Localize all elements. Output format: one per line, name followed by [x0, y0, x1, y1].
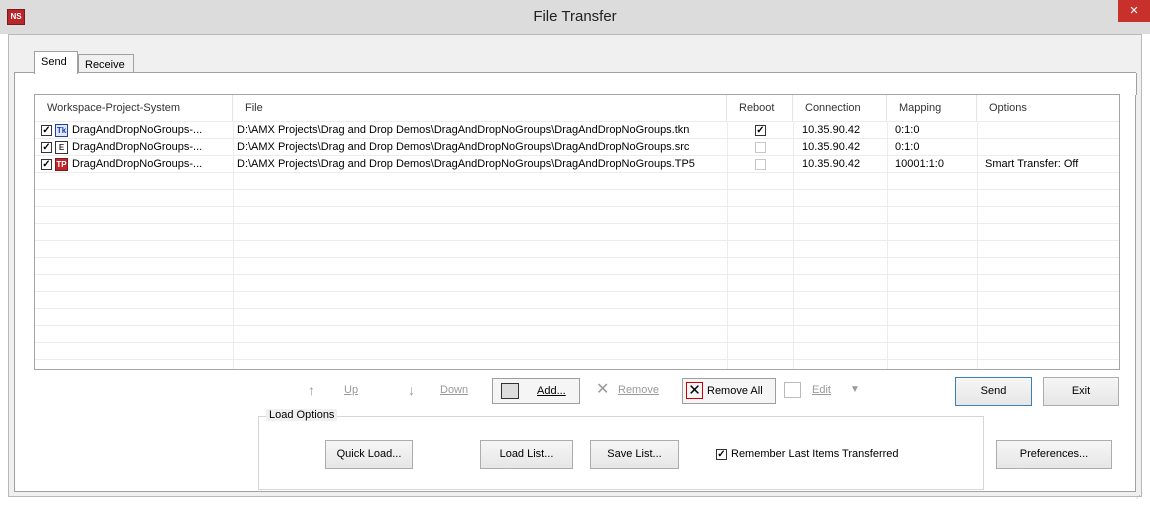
up-button[interactable]: ↑ Up	[298, 378, 392, 404]
file-cell: D:\AMX Projects\Drag and Drop Demos\Drag…	[237, 158, 695, 170]
remove-x-icon: ✕	[596, 381, 610, 398]
load-list-button[interactable]: Load List...	[480, 440, 573, 469]
transfer-list[interactable]: Workspace-Project-System File Reboot Con…	[34, 94, 1120, 370]
workspace-cell: DragAndDropNoGroups-...	[72, 141, 203, 153]
remove-all-button[interactable]: ✕ Remove All	[682, 378, 776, 404]
mapping-cell: 0:1:0	[895, 141, 920, 153]
remember-checkbox[interactable]: ✓	[716, 449, 727, 460]
remember-label: Remember Last Items Transferred	[731, 448, 899, 460]
mapping-cell: 10001:1:0	[895, 158, 944, 170]
resize-grip-icon[interactable]: ⋰	[1136, 492, 1144, 500]
workspace-cell: DragAndDropNoGroups-...	[72, 124, 203, 136]
up-label: Up	[344, 384, 359, 396]
arrow-down-icon: ↓	[408, 382, 415, 398]
options-cell	[985, 122, 1117, 139]
exit-button[interactable]: Exit	[1043, 377, 1119, 406]
save-list-button[interactable]: Save List...	[590, 440, 679, 469]
chevron-down-icon[interactable]: ▼	[850, 378, 860, 402]
tp5-file-icon: TP	[55, 158, 68, 171]
close-button[interactable]: ×	[1118, 0, 1150, 22]
source-file-icon: E	[55, 141, 68, 154]
add-file-icon	[501, 383, 519, 399]
row-checkbox[interactable]: ✓	[41, 125, 52, 136]
reboot-checkbox[interactable]	[755, 159, 766, 170]
column-header-reboot[interactable]: Reboot	[727, 95, 793, 121]
options-cell: Smart Transfer: Off	[985, 158, 1079, 170]
add-label: Add...	[537, 385, 566, 397]
tab-receive[interactable]: Receive	[78, 54, 134, 74]
edit-label: Edit	[812, 384, 831, 396]
row-checkbox[interactable]: ✓	[41, 159, 52, 170]
remove-all-label: Remove All	[707, 385, 763, 397]
reboot-checkbox[interactable]: ✓	[755, 125, 766, 136]
tab-panel-top	[34, 73, 1137, 95]
column-header-mapping[interactable]: Mapping	[887, 95, 977, 121]
connection-cell: 10.35.90.42	[802, 141, 861, 153]
file-cell: D:\AMX Projects\Drag and Drop Demos\Drag…	[237, 124, 690, 136]
title-bar[interactable]: NS File Transfer ×	[0, 0, 1150, 34]
column-header-file[interactable]: File	[233, 95, 727, 121]
arrow-up-icon: ↑	[308, 382, 315, 398]
options-cell	[985, 139, 1117, 156]
down-button[interactable]: ↓ Down	[398, 378, 490, 404]
file-transfer-window: NS File Transfer × Send Receive Workspac…	[0, 0, 1150, 505]
reboot-checkbox[interactable]	[755, 142, 766, 153]
remove-button[interactable]: ✕ Remove	[584, 378, 678, 404]
workspace-cell: DragAndDropNoGroups-...	[72, 158, 203, 170]
edit-icon	[784, 382, 801, 398]
preferences-button[interactable]: Preferences...	[996, 440, 1112, 469]
remove-label: Remove	[618, 384, 659, 396]
remove-all-icon: ✕	[686, 382, 703, 399]
tab-send[interactable]: Send	[34, 51, 78, 74]
edit-button[interactable]: Edit ▼	[780, 378, 868, 404]
row-checkbox[interactable]: ✓	[41, 142, 52, 153]
add-button[interactable]: Add...	[492, 378, 580, 404]
mapping-cell: 0:1:0	[895, 124, 920, 136]
load-options-label: Load Options	[266, 409, 338, 421]
column-header-options[interactable]: Options	[977, 95, 1119, 121]
file-cell: D:\AMX Projects\Drag and Drop Demos\Drag…	[237, 141, 690, 153]
connection-cell: 10.35.90.42	[802, 124, 861, 136]
column-header-connection[interactable]: Connection	[793, 95, 887, 121]
tkn-file-icon: Tk	[55, 124, 68, 137]
send-button[interactable]: Send	[955, 377, 1032, 406]
window-title: File Transfer	[533, 8, 617, 25]
column-header-workspace[interactable]: Workspace-Project-System	[35, 95, 233, 121]
down-label: Down	[440, 384, 469, 396]
connection-cell: 10.35.90.42	[802, 158, 861, 170]
quick-load-button[interactable]: Quick Load...	[325, 440, 413, 469]
